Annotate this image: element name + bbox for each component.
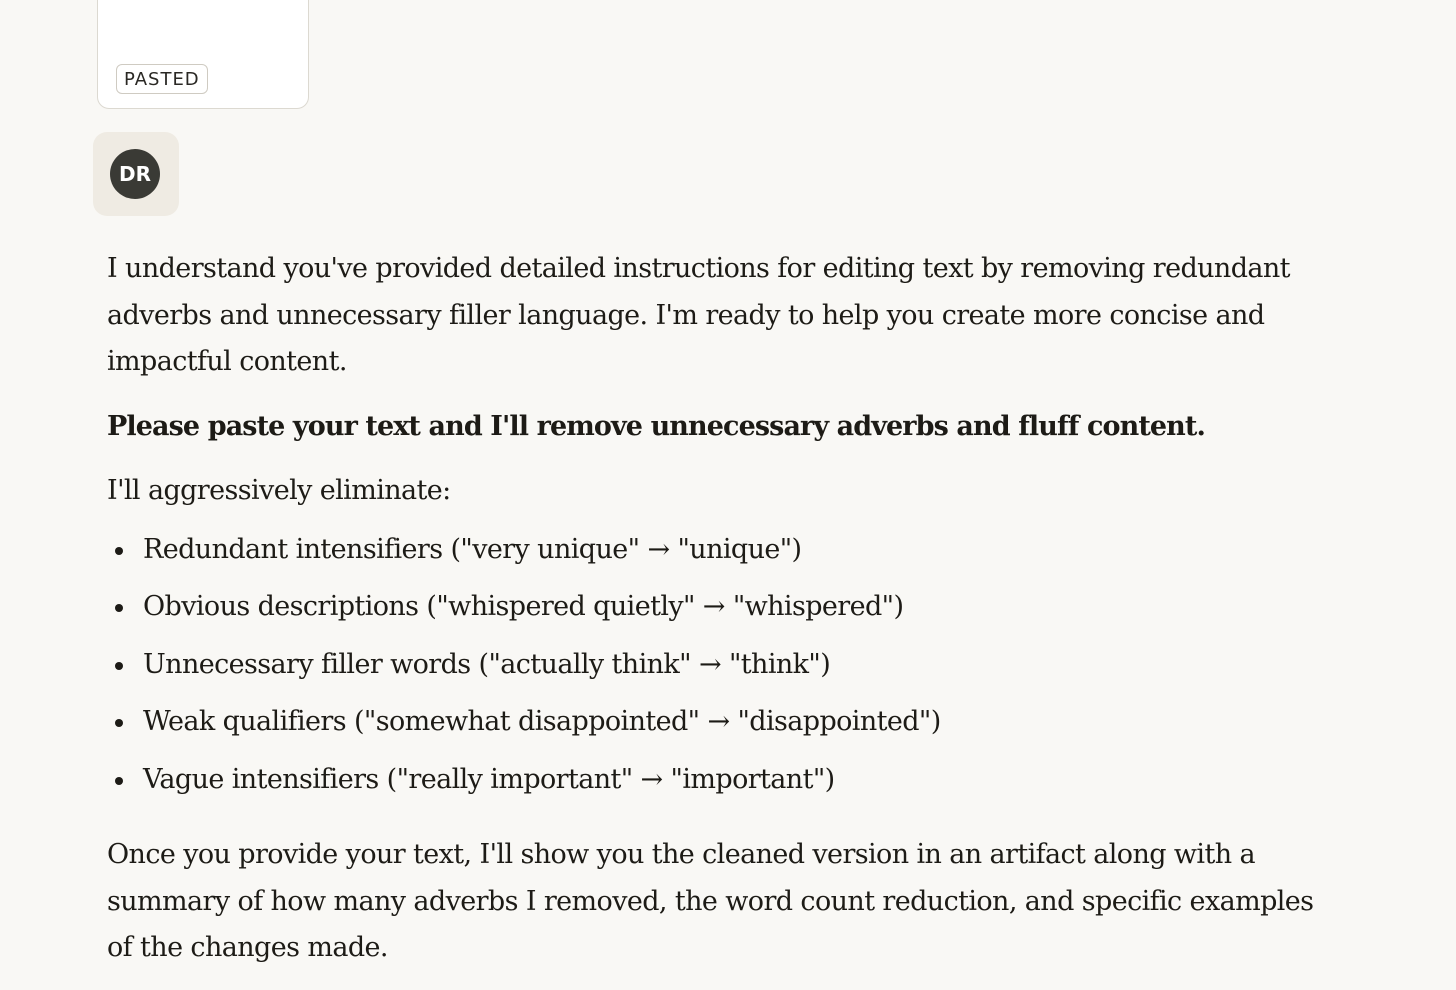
user-avatar-tile: DR [93, 132, 179, 216]
assistant-message: I understand you've provided detailed in… [107, 246, 1317, 972]
list-item: Weak qualifiers ("somewhat disappointed"… [107, 699, 1317, 757]
elimination-list: Redundant intensifiers ("very unique" → … [107, 527, 1317, 815]
list-item: Unnecessary filler words ("actually thin… [107, 642, 1317, 700]
message-bold-prompt: Please paste your text and I'll remove u… [107, 410, 1206, 442]
list-item: Vague intensifiers ("really important" →… [107, 757, 1317, 815]
avatar: DR [110, 149, 160, 199]
list-item: Obvious descriptions ("whispered quietly… [107, 584, 1317, 642]
pasted-badge: PASTED [116, 64, 208, 94]
pasted-attachment-card[interactable]: PASTED [97, 0, 309, 109]
message-closing: Once you provide your text, I'll show yo… [107, 839, 1314, 963]
message-list-lead: I'll aggressively eliminate: [107, 475, 451, 506]
message-intro: I understand you've provided detailed in… [107, 253, 1291, 377]
list-item: Redundant intensifiers ("very unique" → … [107, 527, 1317, 585]
